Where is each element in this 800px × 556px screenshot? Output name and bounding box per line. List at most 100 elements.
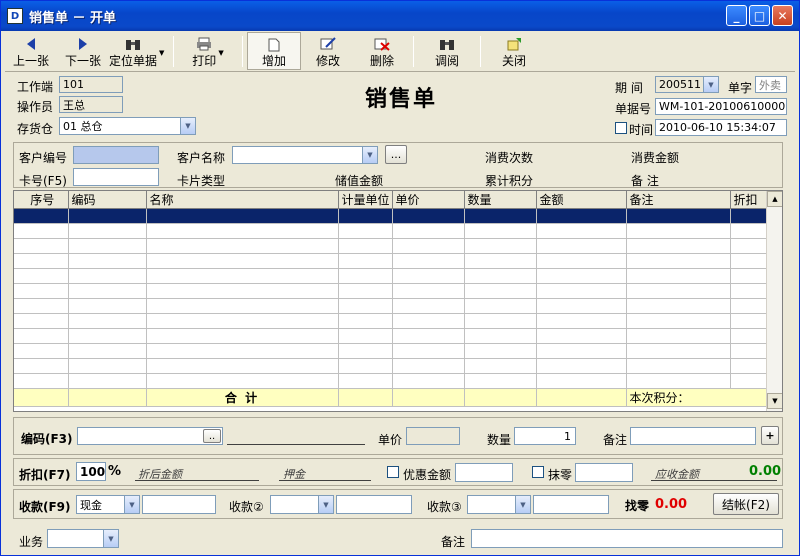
table-cell[interactable] (392, 313, 465, 329)
table-cell[interactable] (146, 358, 339, 374)
table-row[interactable] (14, 343, 768, 359)
review-button[interactable]: 调阅 (418, 32, 476, 70)
table-cell[interactable] (730, 283, 768, 299)
payment-method1-select[interactable]: 现金 ▼ (76, 495, 140, 514)
table-cell[interactable] (536, 313, 627, 329)
table-cell[interactable] (338, 208, 393, 224)
add-button[interactable]: 增加 (247, 32, 301, 70)
table-cell[interactable] (730, 223, 768, 239)
table-cell[interactable] (68, 208, 147, 224)
table-cell[interactable] (146, 328, 339, 344)
table-cell[interactable] (146, 208, 339, 224)
table-cell[interactable] (392, 343, 465, 359)
table-row[interactable] (14, 268, 768, 284)
table-cell[interactable] (464, 223, 537, 239)
item-code-input[interactable]: .. (77, 427, 223, 445)
customer-lookup-button[interactable]: ... (385, 145, 407, 164)
delete-button[interactable]: 删除 (355, 32, 409, 70)
table-cell[interactable] (14, 283, 69, 299)
table-cell[interactable] (14, 223, 69, 239)
minimize-button[interactable]: _ (726, 5, 747, 26)
table-cell[interactable] (730, 358, 768, 374)
table-cell[interactable] (536, 298, 627, 314)
table-cell[interactable] (730, 238, 768, 254)
column-header[interactable]: 序号 (14, 191, 69, 209)
table-cell[interactable] (338, 313, 393, 329)
table-cell[interactable] (68, 313, 147, 329)
table-cell[interactable] (14, 208, 69, 224)
table-cell[interactable] (68, 343, 147, 359)
table-cell[interactable] (626, 208, 731, 224)
column-header[interactable]: 折扣 (730, 191, 768, 209)
table-cell[interactable] (626, 283, 731, 299)
table-cell[interactable] (146, 223, 339, 239)
table-cell[interactable] (464, 373, 537, 389)
add-item-button[interactable]: + (761, 426, 779, 445)
selected-row[interactable] (14, 208, 768, 224)
table-cell[interactable] (338, 283, 393, 299)
table-cell[interactable] (730, 343, 768, 359)
table-cell[interactable] (14, 298, 69, 314)
chevron-down-icon[interactable]: ▼ (180, 118, 195, 134)
table-cell[interactable] (68, 298, 147, 314)
table-cell[interactable] (14, 268, 69, 284)
prev-button[interactable]: 上一张 (5, 32, 57, 70)
edit-button[interactable]: 修改 (301, 32, 355, 70)
table-cell[interactable] (730, 373, 768, 389)
table-cell[interactable] (68, 238, 147, 254)
table-cell[interactable] (464, 283, 537, 299)
table-cell[interactable] (730, 328, 768, 344)
business-select[interactable]: ▼ (47, 529, 119, 548)
payment-method3-select[interactable]: ▼ (467, 495, 531, 514)
table-cell[interactable] (730, 298, 768, 314)
table-row[interactable] (14, 328, 768, 344)
item-lookup-button[interactable]: .. (203, 429, 221, 443)
table-cell[interactable] (338, 223, 393, 239)
column-header[interactable]: 备注 (626, 191, 731, 209)
qty-input[interactable]: 1 (514, 427, 576, 445)
terminal-field[interactable]: 101 (59, 76, 123, 93)
table-cell[interactable] (464, 238, 537, 254)
table-cell[interactable] (146, 253, 339, 269)
table-cell[interactable] (338, 373, 393, 389)
scroll-down-icon[interactable]: ▼ (767, 393, 782, 409)
table-cell[interactable] (392, 283, 465, 299)
card-no-input[interactable] (73, 168, 159, 186)
erase-input[interactable] (575, 463, 633, 482)
chevron-down-icon[interactable]: ▼ (103, 530, 118, 547)
table-cell[interactable] (146, 343, 339, 359)
column-header[interactable]: 金额 (536, 191, 627, 209)
table-cell[interactable] (536, 238, 627, 254)
table-cell[interactable] (626, 268, 731, 284)
payment-amount2-input[interactable] (336, 495, 412, 514)
prefix-field[interactable]: 外卖 (755, 76, 787, 93)
column-header[interactable]: 名称 (146, 191, 339, 209)
table-cell[interactable] (68, 283, 147, 299)
grid-scrollbar[interactable]: ▲ ▼ (766, 191, 782, 411)
table-cell[interactable] (14, 328, 69, 344)
table-cell[interactable] (338, 343, 393, 359)
table-cell[interactable] (146, 373, 339, 389)
promo-input[interactable] (455, 463, 513, 482)
table-cell[interactable] (392, 238, 465, 254)
chevron-down-icon[interactable]: ▼ (515, 496, 530, 513)
table-cell[interactable] (626, 343, 731, 359)
table-cell[interactable] (730, 268, 768, 284)
table-row[interactable] (14, 238, 768, 254)
price-field[interactable] (406, 427, 460, 445)
column-header[interactable]: 编码 (68, 191, 147, 209)
close-button[interactable]: 关闭 (485, 32, 543, 70)
payment-method2-select[interactable]: ▼ (270, 495, 334, 514)
table-cell[interactable] (536, 283, 627, 299)
table-cell[interactable] (536, 358, 627, 374)
table-cell[interactable] (392, 328, 465, 344)
column-header[interactable]: 计量单位 (338, 191, 393, 209)
chevron-down-icon[interactable]: ▼ (318, 496, 333, 513)
table-row[interactable] (14, 313, 768, 329)
table-cell[interactable] (338, 253, 393, 269)
table-cell[interactable] (730, 253, 768, 269)
table-cell[interactable] (338, 238, 393, 254)
table-cell[interactable] (392, 373, 465, 389)
table-cell[interactable] (536, 343, 627, 359)
table-cell[interactable] (14, 238, 69, 254)
